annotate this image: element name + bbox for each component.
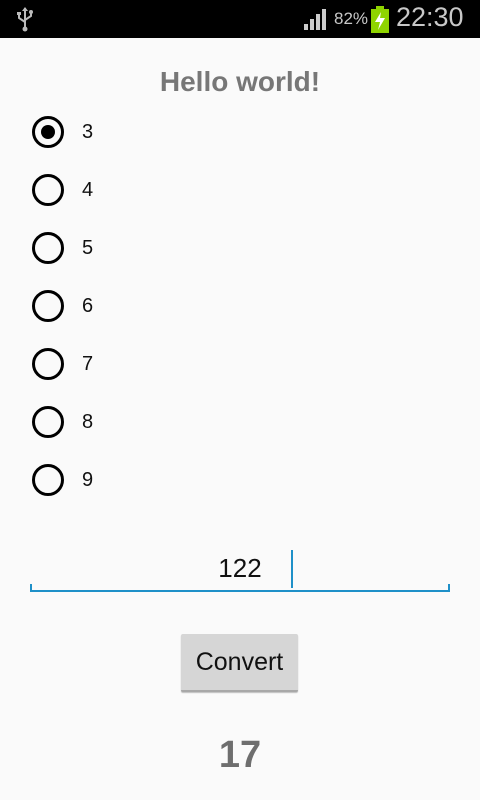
radio-group: 3 4 5 6 7 8 9 [32, 114, 232, 520]
radio-option-7[interactable]: 7 [32, 346, 232, 404]
radio-label: 8 [82, 411, 94, 433]
radio-label: 5 [82, 237, 94, 259]
radio-button[interactable] [32, 290, 64, 322]
input-underline-tick-left [30, 584, 32, 592]
text-cursor [291, 550, 293, 588]
radio-option-9[interactable]: 9 [32, 462, 232, 520]
radio-label: 6 [82, 295, 94, 317]
radio-label: 4 [82, 179, 94, 201]
radio-option-4[interactable]: 4 [32, 172, 232, 230]
radio-button[interactable] [32, 348, 64, 380]
status-bar: 82% 22:30 [0, 0, 480, 38]
clock: 22:30 [396, 2, 464, 32]
radio-selected-dot [41, 125, 55, 139]
radio-option-5[interactable]: 5 [32, 230, 232, 288]
battery-percent: 82% [334, 9, 369, 28]
radio-label: 3 [82, 121, 94, 143]
app-content: Hello world! 3 4 5 6 7 8 9 122 Convert 1… [0, 38, 480, 800]
number-input-container [30, 546, 450, 592]
signal-icon [304, 9, 326, 30]
input-underline [30, 590, 450, 592]
battery-charging-icon [371, 6, 389, 33]
radio-option-6[interactable]: 6 [32, 288, 232, 346]
radio-option-3[interactable]: 3 [32, 114, 232, 172]
input-underline-tick-right [448, 584, 450, 592]
number-input[interactable] [30, 546, 450, 590]
usb-icon [17, 7, 33, 32]
radio-label: 9 [82, 469, 94, 491]
page-title: Hello world! [159, 66, 321, 97]
radio-button-selected[interactable] [32, 116, 64, 148]
radio-label: 7 [82, 353, 94, 375]
radio-button[interactable] [32, 406, 64, 438]
result-value: 17 [218, 734, 262, 776]
radio-option-8[interactable]: 8 [32, 404, 232, 462]
radio-button[interactable] [32, 174, 64, 206]
convert-button[interactable]: Convert [181, 634, 298, 692]
radio-button[interactable] [32, 232, 64, 264]
radio-button[interactable] [32, 464, 64, 496]
